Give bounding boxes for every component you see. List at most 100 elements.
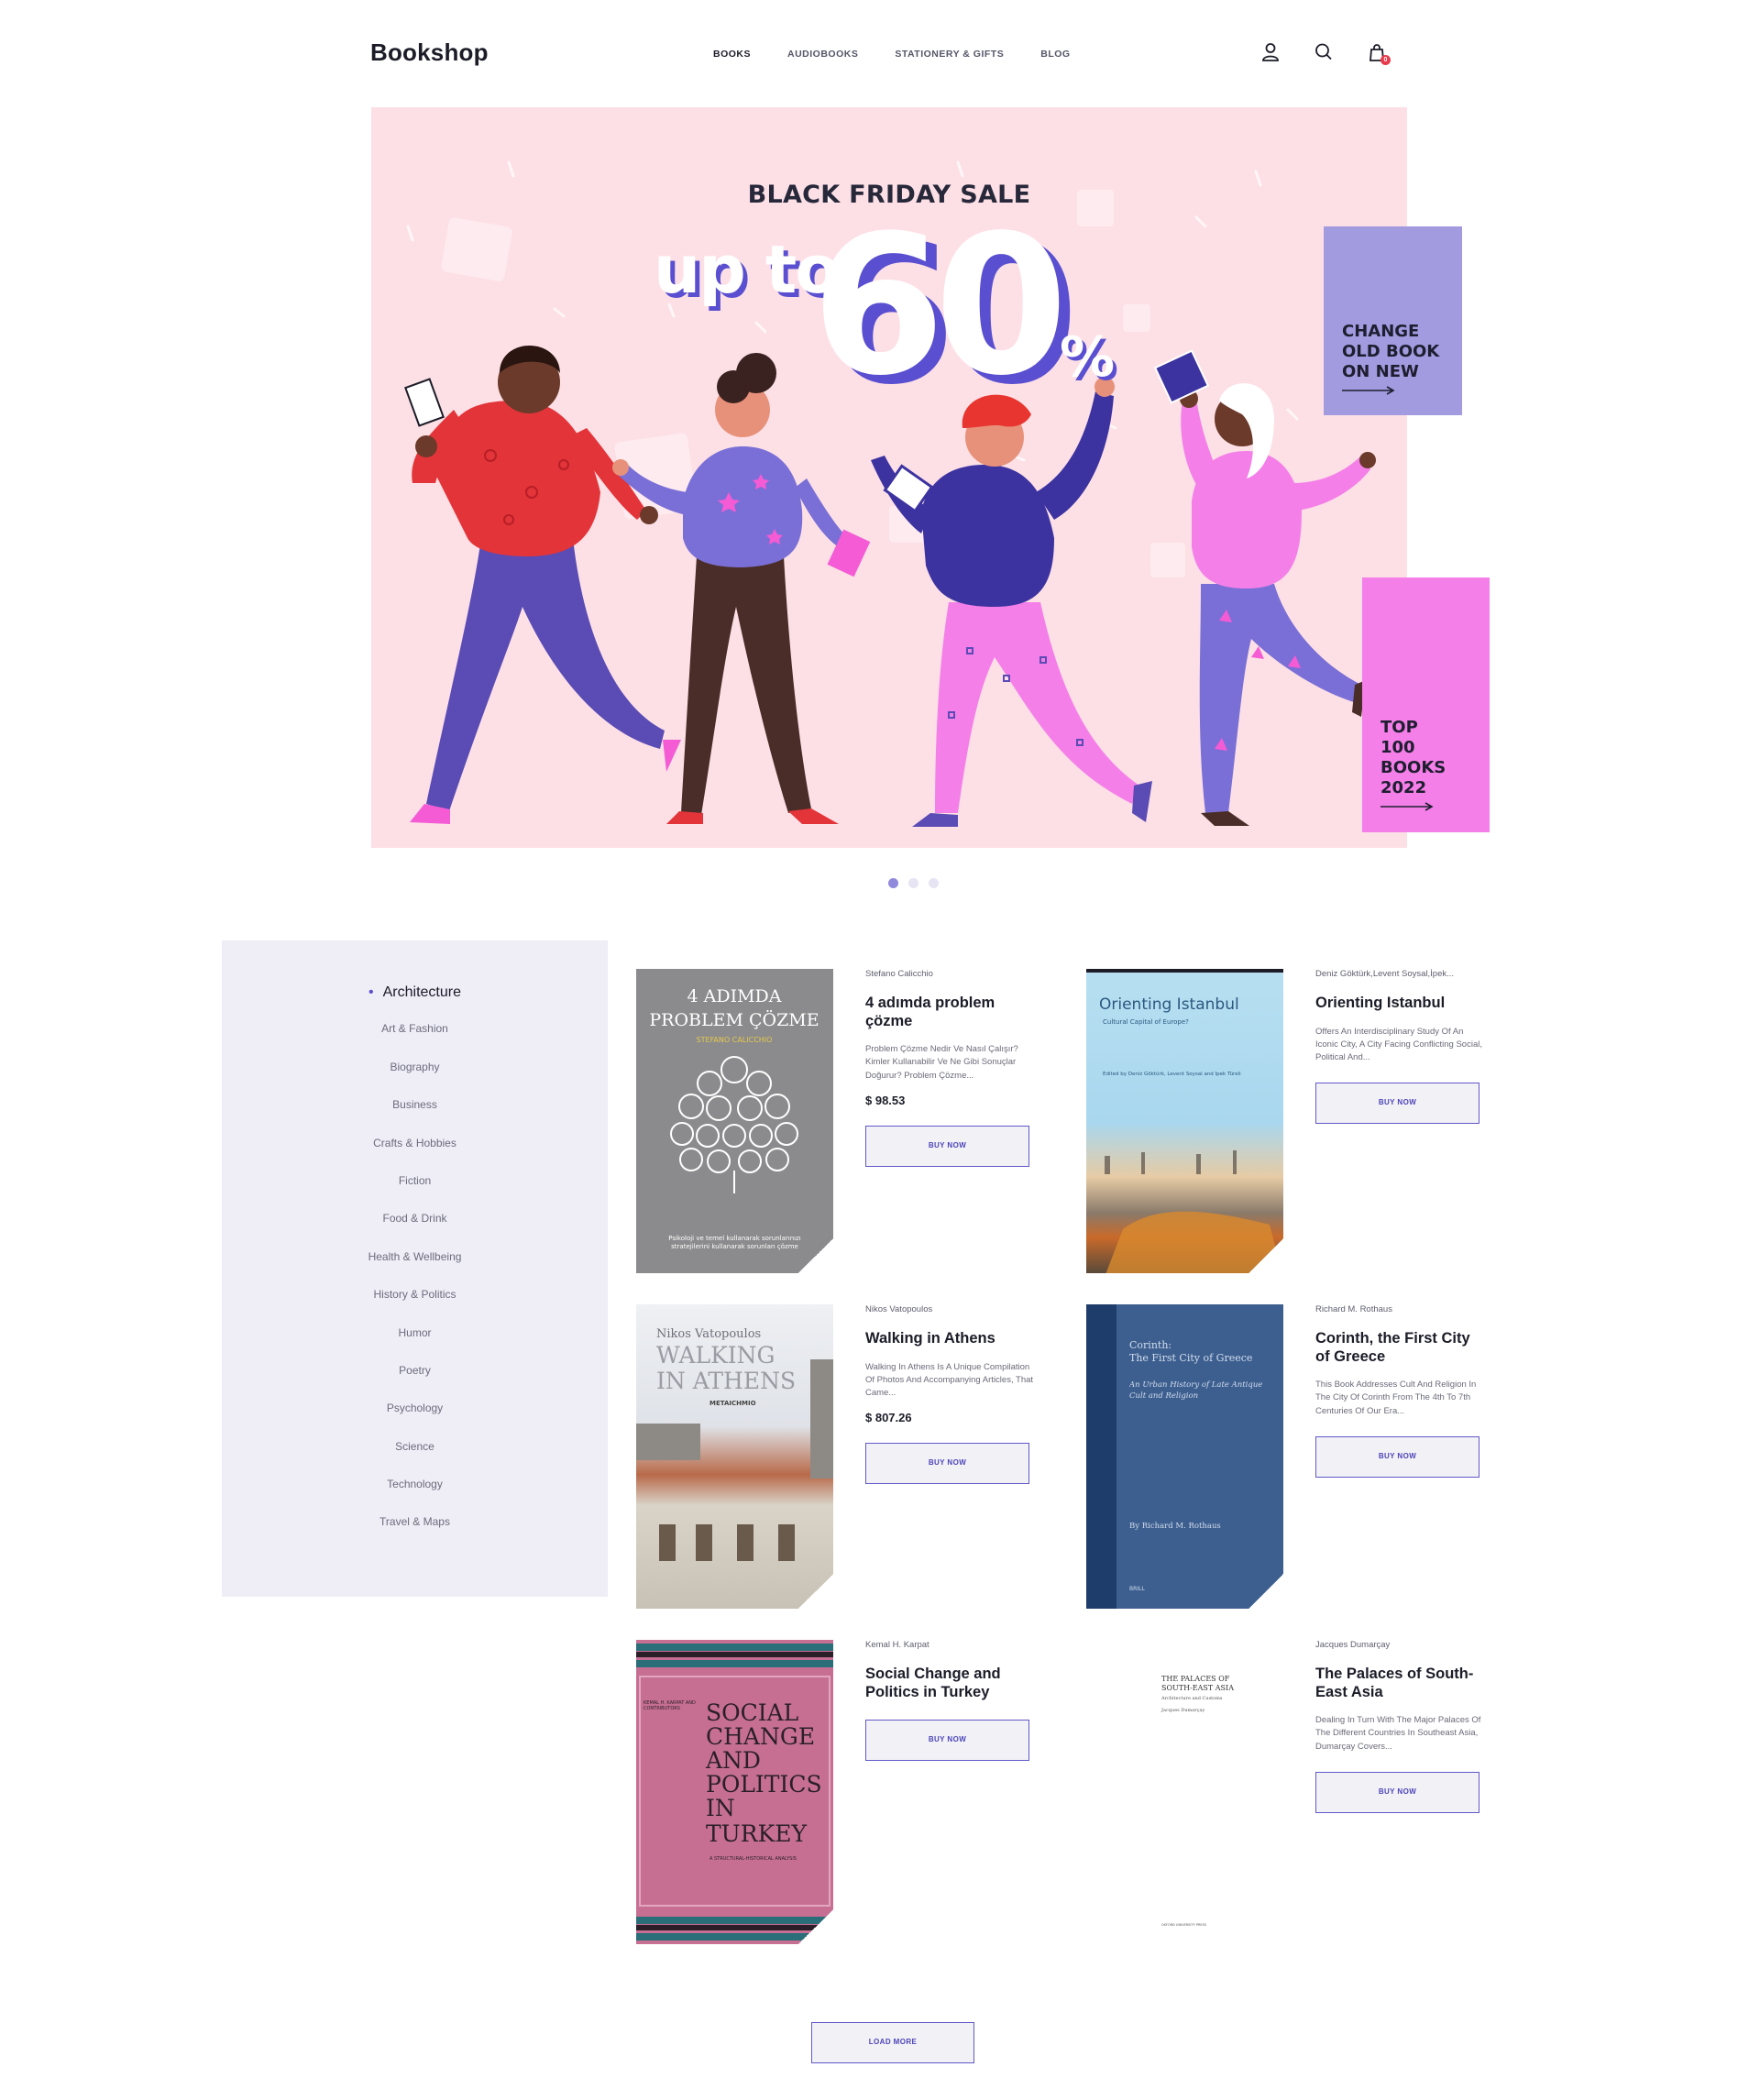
product-info: Stefano Calicchio 4 adımda problem çözme… (865, 969, 1035, 1167)
page-curl (798, 1909, 833, 1944)
category-item-history-politics[interactable]: History & Politics (222, 1288, 608, 1325)
book-cover[interactable]: Orienting Istanbul Cultural Capital of E… (1086, 969, 1283, 1273)
product-info: Jacques Dumarçay The Palaces of South-Ea… (1315, 1640, 1485, 1813)
buy-now-button[interactable]: BUY NOW (865, 1125, 1029, 1167)
category-list: Architecture Art & Fashion Biography Bus… (222, 984, 608, 1554)
cover-footer-text: Edited by Deniz Göktürk, Levent Soysal a… (1103, 1072, 1241, 1077)
slider-dot-1[interactable] (888, 878, 898, 888)
category-item-biography[interactable]: Biography (222, 1061, 608, 1098)
slider-dot-2[interactable] (908, 878, 918, 888)
main-nav: BOOKS AUDIOBOOKS STATIONERY & GIFTS BLOG (713, 49, 1071, 60)
product-title[interactable]: Corinth, the First City of Greece (1315, 1330, 1485, 1366)
user-icon[interactable] (1261, 42, 1280, 62)
category-sidebar: Architecture Art & Fashion Biography Bus… (222, 940, 608, 1597)
product-author[interactable]: Stefano Calicchio (865, 969, 1035, 982)
book-cover-art: Corinth: The First City of Greece An Urb… (1129, 1339, 1262, 1592)
promo-change-old-book[interactable]: CHANGE OLD BOOK ON NEW (1324, 226, 1462, 415)
product-title[interactable]: 4 adımda problem çözme (865, 995, 1035, 1030)
cover-publisher: OXFORD UNIVERSITY PRESS (1161, 1923, 1207, 1927)
slider-dot-3[interactable] (929, 878, 939, 888)
category-item-science[interactable]: Science (222, 1440, 608, 1478)
load-more-button[interactable]: LOAD MORE (811, 2022, 974, 2063)
hero-percent-sign: % (1060, 325, 1116, 390)
cover-title-line: THE PALACES OF (1161, 1675, 1230, 1683)
logo[interactable]: Bookshop (370, 38, 489, 67)
category-item-architecture[interactable]: Architecture (222, 984, 608, 1022)
category-item-psychology[interactable]: Psychology (222, 1402, 608, 1439)
book-cover[interactable]: KEMAL H. KARPAT AND CONTRIBUTORS SOCIAL … (636, 1640, 833, 1944)
cover-subtitle: A STRUCTURAL-HISTORICAL ANALYSIS (710, 1856, 797, 1862)
hero-banner[interactable]: BLACK FRIDAY SALE up to 60 % CHANGE OLD … (371, 107, 1490, 848)
book-cover[interactable]: THE PALACES OF SOUTH-EAST ASIA Architect… (1086, 1640, 1283, 1944)
promo-2-line: BOOKS (1380, 758, 1446, 777)
product-description: Problem Çözme Nedir Ve Nasıl Çalışır? Ki… (865, 1044, 1018, 1081)
promo-1-text: CHANGE OLD BOOK ON NEW (1342, 322, 1444, 382)
cover-footer-text: KEMAL H. KARPAT AND CONTRIBUTORS (644, 1700, 696, 1711)
cover-title-line: SOCIAL (706, 1699, 798, 1726)
book-cover-art: Orienting Istanbul Cultural Capital of E… (1099, 995, 1282, 1273)
cover-publisher: BRILL (1129, 1586, 1145, 1592)
category-item-business[interactable]: Business (222, 1098, 608, 1136)
cover-title-line: Orienting Istanbul (1099, 995, 1239, 1014)
product-author[interactable]: Richard M. Rothaus (1315, 1304, 1485, 1317)
buy-now-button[interactable]: BUY NOW (1315, 1435, 1480, 1478)
product-title[interactable]: Orienting Istanbul (1315, 995, 1485, 1013)
buy-now-button[interactable]: BUY NOW (865, 1443, 1029, 1485)
product-title[interactable]: Walking in Athens (865, 1330, 1035, 1348)
product-author[interactable]: Kemal H. Karpat (865, 1640, 1035, 1653)
site-header: Bookshop BOOKS AUDIOBOOKS STATIONERY & G… (0, 0, 1760, 108)
product-card: THE PALACES OF SOUTH-EAST ASIA Architect… (1086, 1640, 1490, 1944)
page-curl (1248, 1574, 1283, 1609)
cover-title-line: TURKEY (706, 1820, 807, 1847)
product-author[interactable]: Nikos Vatopoulos (865, 1304, 1035, 1317)
product-card: 4 ADIMDA PROBLEM ÇÖZME STEFANO CALICCHIO… (636, 969, 1040, 1273)
buy-now-button[interactable]: BUY NOW (865, 1720, 1029, 1761)
promo-top-100-books[interactable]: TOP 100 BOOKS 2022 (1362, 577, 1490, 832)
product-description: Offers An Interdisciplinary Study Of An … (1315, 1026, 1482, 1063)
page-curl (1248, 1238, 1283, 1273)
product-author[interactable]: Jacques Dumarçay (1315, 1640, 1485, 1653)
cover-subtitle: Cultural Capital of Europe? (1103, 1018, 1189, 1026)
shopping-bag-icon[interactable]: 0 (1368, 42, 1391, 65)
product-author[interactable]: Deniz Göktürk,Levent Soysal,İpek... (1315, 969, 1485, 982)
category-item-health-wellbeing[interactable]: Health & Wellbeing (222, 1250, 608, 1288)
slider-dots (888, 878, 939, 888)
promo-2-text: TOP 100 BOOKS 2022 (1380, 718, 1471, 798)
header-icons: 0 (1261, 42, 1391, 65)
product-card: KEMAL H. KARPAT AND CONTRIBUTORS SOCIAL … (636, 1640, 1040, 1944)
search-icon[interactable] (1314, 42, 1333, 62)
promo-2-line: TOP (1380, 718, 1418, 737)
nav-blog[interactable]: BLOG (1040, 49, 1070, 60)
buy-now-button[interactable]: BUY NOW (1315, 1771, 1480, 1813)
page-curl (798, 1574, 833, 1609)
cover-title-line: POLITICS (706, 1771, 822, 1798)
nav-audiobooks[interactable]: AUDIOBOOKS (787, 49, 858, 60)
hero-discount-number: 60 (811, 193, 1068, 418)
category-item-food-drink[interactable]: Food & Drink (222, 1212, 608, 1249)
category-item-crafts-hobbies[interactable]: Crafts & Hobbies (222, 1137, 608, 1174)
promo-2-line: 2022 (1380, 778, 1427, 797)
cover-title-line: AND (705, 1747, 761, 1774)
cover-subtitle: STEFANO CALICCHIO (697, 1036, 773, 1044)
book-cover[interactable]: Corinth: The First City of Greece An Urb… (1086, 1304, 1283, 1609)
product-title[interactable]: The Palaces of South-East Asia (1315, 1666, 1485, 1701)
category-item-technology[interactable]: Technology (222, 1478, 608, 1515)
category-item-poetry[interactable]: Poetry (222, 1364, 608, 1402)
product-info: Nikos Vatopoulos Walking in Athens Walki… (865, 1304, 1035, 1485)
category-item-art-fashion[interactable]: Art & Fashion (222, 1022, 608, 1060)
product-card: Corinth: The First City of Greece An Urb… (1086, 1304, 1490, 1609)
category-item-humor[interactable]: Humor (222, 1326, 608, 1364)
category-item-fiction[interactable]: Fiction (222, 1174, 608, 1212)
nav-books[interactable]: BOOKS (713, 49, 751, 60)
book-cover[interactable]: 4 ADIMDA PROBLEM ÇÖZME STEFANO CALICCHIO… (636, 969, 833, 1273)
product-info: Richard M. Rothaus Corinth, the First Ci… (1315, 1304, 1485, 1478)
category-item-travel-maps[interactable]: Travel & Maps (222, 1515, 608, 1553)
cover-title-line: 4 ADIMDA (688, 986, 782, 1006)
nav-stationery-gifts[interactable]: STATIONERY & GIFTS (895, 49, 1004, 60)
book-cover[interactable]: Nikos Vatopoulos WALKING IN ATHENS METAI… (636, 1304, 833, 1609)
product-card: Nikos Vatopoulos WALKING IN ATHENS METAI… (636, 1304, 1040, 1609)
promo-1-line: OLD BOOK (1342, 342, 1440, 361)
buy-now-button[interactable]: BUY NOW (1315, 1083, 1480, 1125)
product-title[interactable]: Social Change and Politics in Turkey (865, 1666, 1035, 1701)
product-price: $ 807.26 (865, 1411, 912, 1425)
